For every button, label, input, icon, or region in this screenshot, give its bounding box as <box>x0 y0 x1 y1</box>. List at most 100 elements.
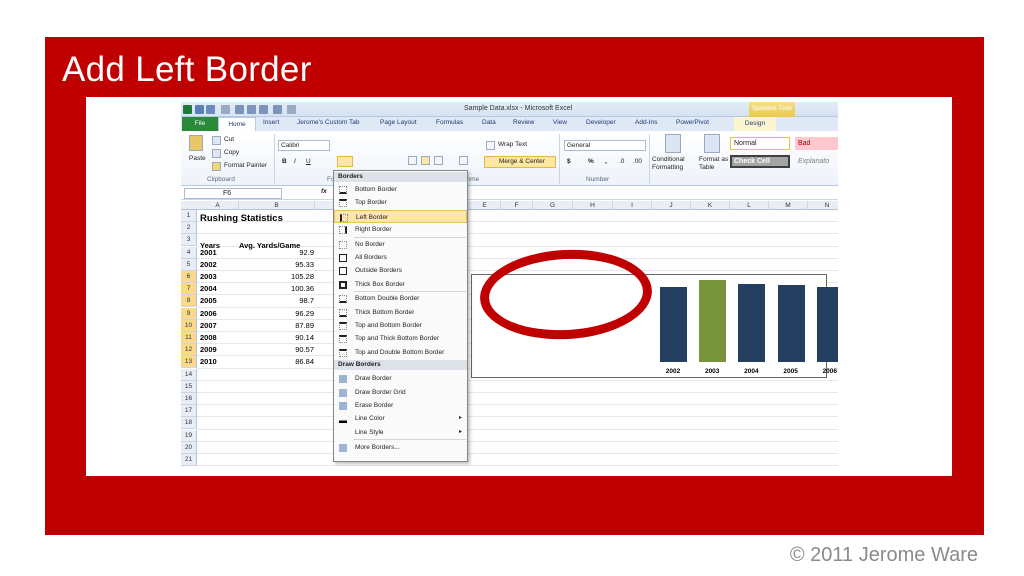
row-header[interactable]: 12 <box>181 344 197 357</box>
customize-qat-icon[interactable] <box>287 105 296 114</box>
macro-icon[interactable] <box>273 105 282 114</box>
tab-data[interactable]: Data <box>482 119 496 126</box>
border-menu-item[interactable]: Top and Thick Bottom Border <box>334 332 467 345</box>
cell-avg-yards[interactable]: 92.9 <box>239 247 314 259</box>
border-menu-item[interactable]: Bottom Double Border <box>334 292 467 305</box>
conditional-formatting-button[interactable]: Conditional Formatting <box>652 156 696 172</box>
underline-button[interactable]: U <box>306 158 311 165</box>
style-normal[interactable]: Normal <box>730 137 790 150</box>
column-header[interactable]: H <box>573 201 613 210</box>
row-header[interactable]: 11 <box>181 332 197 344</box>
cell-year[interactable]: 2002 <box>200 259 217 271</box>
draw-border-menu-item[interactable]: Line Color ▸ <box>334 412 467 425</box>
border-menu-item[interactable]: Top and Bottom Border <box>334 319 467 332</box>
row-header[interactable]: 4 <box>181 246 197 259</box>
cell-avg-yards[interactable]: 86.84 <box>239 356 314 368</box>
column-header[interactable]: M <box>769 201 808 210</box>
tab-insert[interactable]: Insert <box>263 119 279 126</box>
chart-bar[interactable] <box>660 287 687 362</box>
cell-year[interactable]: 2008 <box>200 332 217 344</box>
cell-year[interactable]: 2004 <box>200 283 217 295</box>
italic-button[interactable]: I <box>294 158 296 165</box>
style-bad[interactable]: Bad <box>795 137 838 150</box>
cell-avg-yards[interactable]: 87.89 <box>239 320 314 332</box>
tab-add-ins[interactable]: Add-Ins <box>635 119 657 126</box>
format-as-table-icon[interactable] <box>704 134 720 153</box>
column-header[interactable]: B <box>239 201 315 210</box>
wrap-text-icon[interactable] <box>486 141 495 150</box>
cell-avg-yards[interactable]: 100.36 <box>239 283 314 295</box>
row-header[interactable]: 8 <box>181 295 197 308</box>
decimal-decrease-icon[interactable]: .00 <box>633 158 642 165</box>
draw-border-menu-item[interactable]: Draw Border Grid <box>334 386 467 399</box>
tab-home[interactable]: Home <box>218 117 256 131</box>
column-header[interactable]: A <box>197 201 239 210</box>
row-header[interactable]: 19 <box>181 429 197 442</box>
draw-border-menu-item[interactable]: Line Style ▸ <box>334 426 467 439</box>
tab-review[interactable]: Review <box>513 119 534 126</box>
format-painter-button[interactable]: Format Painter <box>224 162 267 169</box>
column-header[interactable]: I <box>613 201 652 210</box>
wrap-text-button[interactable]: Wrap Text <box>498 141 527 148</box>
indent-icon[interactable] <box>459 156 468 165</box>
draw-border-menu-item[interactable]: Erase Border <box>334 399 467 412</box>
paste-label[interactable]: Paste <box>189 155 206 162</box>
undo-icon[interactable] <box>206 105 215 114</box>
row-header[interactable]: 14 <box>181 368 197 381</box>
cell-avg-yards[interactable]: 105.28 <box>239 271 314 283</box>
row-header[interactable]: 1 <box>181 210 197 222</box>
cell-year[interactable]: 2001 <box>200 247 217 259</box>
draw-border-menu-item[interactable]: Draw Border <box>334 372 467 385</box>
row-header[interactable]: 18 <box>181 417 197 430</box>
align-right-icon[interactable] <box>434 156 443 165</box>
column-header[interactable]: K <box>691 201 730 210</box>
align-center-icon[interactable] <box>421 156 430 165</box>
format-as-table-button[interactable]: Format as Table <box>699 156 731 172</box>
row-header[interactable]: 2 <box>181 222 197 235</box>
tab-jerome-custom[interactable]: Jerome's Custom Tab <box>297 119 360 126</box>
border-menu-item[interactable]: All Borders <box>334 251 467 264</box>
form-icon[interactable] <box>247 105 256 114</box>
cell-year[interactable]: 2010 <box>200 356 217 368</box>
row-header[interactable]: 9 <box>181 307 197 320</box>
cell-year[interactable]: 2006 <box>200 308 217 320</box>
column-header[interactable]: G <box>533 201 573 210</box>
column-header[interactable]: J <box>652 201 691 210</box>
decimal-increase-icon[interactable]: .0 <box>619 158 624 165</box>
row-header[interactable]: 20 <box>181 441 197 454</box>
row-header[interactable]: 15 <box>181 380 197 393</box>
name-box[interactable]: F6 <box>184 188 282 199</box>
row-header[interactable]: 6 <box>181 271 197 283</box>
conditional-formatting-icon[interactable] <box>665 134 681 153</box>
border-menu-item[interactable]: Right Border <box>334 223 467 236</box>
cell-avg-yards[interactable]: 90.57 <box>239 344 314 356</box>
column-header[interactable]: E <box>469 201 501 210</box>
cell-avg-yards[interactable]: 90.14 <box>239 332 314 344</box>
sheet-title[interactable]: Rushing Statistics <box>200 213 283 225</box>
row-header[interactable]: 17 <box>181 405 197 418</box>
currency-button[interactable]: $ <box>567 158 571 165</box>
tab-developer[interactable]: Developer <box>586 119 616 126</box>
column-header[interactable]: L <box>730 201 769 210</box>
paste-icon[interactable] <box>189 135 203 151</box>
border-menu-item[interactable]: Top and Double Bottom Border <box>334 346 467 359</box>
style-check-cell[interactable]: Check Cell <box>730 155 790 168</box>
copy-button[interactable]: Copy <box>224 149 239 156</box>
format-painter-icon[interactable] <box>212 162 221 171</box>
cell-avg-yards[interactable]: 98.7 <box>239 295 314 307</box>
font-name-box[interactable]: Calibri <box>278 140 330 151</box>
row-header[interactable]: 3 <box>181 234 197 247</box>
cut-icon[interactable] <box>212 136 221 145</box>
row-header[interactable]: 5 <box>181 258 197 271</box>
copy-icon[interactable] <box>212 149 221 158</box>
border-menu-item[interactable]: Left Border <box>334 209 467 223</box>
percent-button[interactable]: % <box>588 158 594 165</box>
row-header[interactable]: 16 <box>181 393 197 405</box>
save-icon[interactable] <box>195 105 204 114</box>
border-menu-item[interactable]: No Border <box>334 238 467 251</box>
border-menu-item[interactable]: Bottom Border <box>334 183 467 196</box>
number-format-box[interactable]: General <box>564 140 646 151</box>
insert-function-icon[interactable]: fx <box>321 188 327 195</box>
style-explanatory[interactable]: Explanato <box>795 155 838 168</box>
border-menu-item[interactable]: Thick Box Border <box>334 278 467 291</box>
